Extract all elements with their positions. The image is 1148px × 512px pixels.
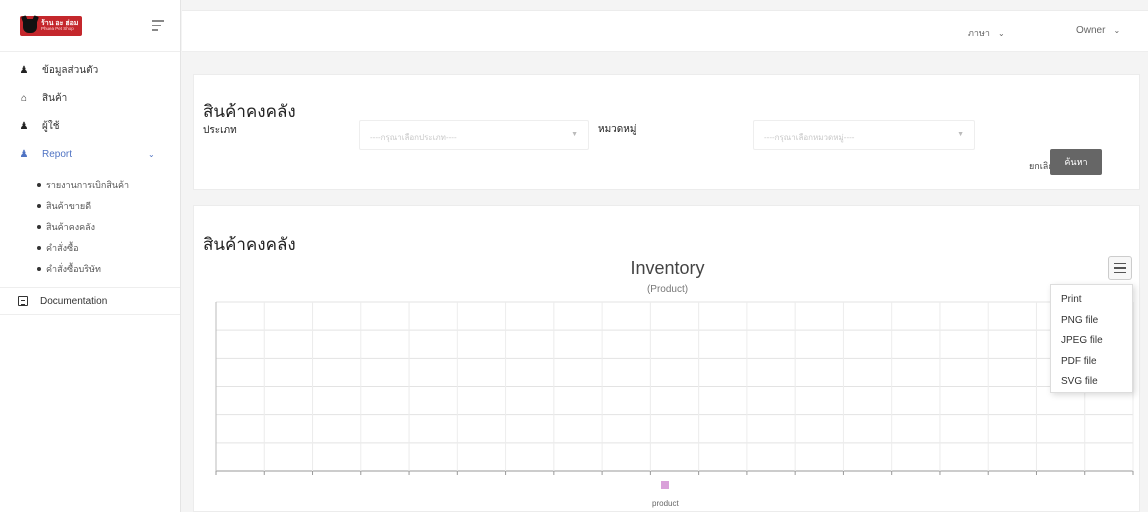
export-menu: Print PNG file JPEG file PDF file SVG fi… [1050, 284, 1133, 393]
report-title: สินค้าคงคลัง [203, 235, 296, 254]
sidebar-subitem-orders[interactable]: คำสั่งซื้อ [0, 237, 180, 258]
language-label: ภาษา [968, 28, 990, 38]
export-png-item[interactable]: PNG file [1051, 311, 1132, 332]
bullet-icon [37, 266, 41, 271]
legend-swatch [661, 481, 670, 489]
sidebar-subitem-label: สินค้าขายดี [46, 200, 92, 211]
home-icon: ⌂ [20, 92, 28, 104]
chart-title: Inventory [630, 258, 705, 278]
user-label: Owner [1076, 25, 1106, 36]
bullet-icon [37, 182, 41, 187]
brand-logo[interactable]: ร้าน อะ ฮ่อม Phuea Pet Shop [20, 15, 82, 36]
export-pdf-item[interactable]: PDF file [1051, 352, 1132, 373]
bullet-icon [37, 203, 41, 208]
legend-label: product [652, 499, 679, 508]
sidebar-item-label: สินค้า [42, 92, 68, 104]
caret-down-icon: ▼ [571, 131, 578, 138]
filter-title: สินค้าคงคลัง [203, 102, 296, 121]
sidebar-subitem-inventory[interactable]: สินค้าคงคลัง [0, 216, 180, 237]
sidebar-item-report[interactable]: ♟ Report ⌄ [0, 140, 180, 168]
type-placeholder: ----กรุณาเลือกประเภท---- [370, 133, 457, 142]
bullet-icon [37, 245, 41, 250]
person-icon: ♟ [19, 120, 29, 132]
sidebar-item-products[interactable]: ⌂ สินค้า [0, 84, 180, 112]
menu-toggle-icon[interactable] [152, 20, 164, 31]
user-icon: ♟ [19, 64, 29, 76]
export-jpeg-item[interactable]: JPEG file [1051, 331, 1132, 352]
brand: ร้าน อะ ฮ่อม Phuea Pet Shop [0, 0, 180, 52]
search-button[interactable]: ค้นหา [1050, 149, 1102, 175]
chart-subtitle: (Product) [646, 284, 689, 295]
report-card: สินค้าคงคลัง Inventory (Product) Print P… [193, 205, 1140, 512]
sidebar-item-label: Report [42, 148, 73, 160]
sidebar-subitem-label: คำสั่งซื้อ [46, 242, 79, 253]
language-dropdown[interactable]: ภาษา ⌄ [968, 26, 1005, 40]
sidebar-item-documentation[interactable]: Documentation [0, 287, 180, 315]
sidebar-item-profile[interactable]: ♟ ข้อมูลส่วนตัว [0, 56, 180, 84]
bullet-icon [37, 224, 41, 229]
caret-down-icon: ▼ [957, 131, 964, 138]
chevron-down-icon: ⌄ [148, 149, 155, 159]
document-icon [18, 296, 28, 306]
category-placeholder: ----กรุณาเลือกหมวดหมู่---- [764, 133, 855, 142]
topbar: ภาษา ⌄ Owner ⌄ [182, 10, 1148, 52]
export-print-item[interactable]: Print [1051, 290, 1132, 311]
type-select[interactable]: ----กรุณาเลือกประเภท---- ▼ [359, 120, 589, 150]
filter-card: สินค้าคงคลัง ประเภท ----กรุณาเลือกประเภท… [193, 74, 1140, 190]
sidebar: ร้าน อะ ฮ่อม Phuea Pet Shop ♟ ข้อมูลส่วน… [0, 0, 181, 512]
chevron-down-icon: ⌄ [1113, 26, 1121, 35]
search-button-label: ค้นหา [1064, 157, 1088, 167]
chart-menu-icon[interactable] [1108, 256, 1132, 280]
type-label: ประเภท [203, 125, 237, 136]
sidebar-subitem-label: รายงานการเบิกสินค้า [46, 179, 130, 190]
person-icon: ♟ [19, 148, 29, 160]
sidebar-subitem-label: คำสั่งซื้อบริษัท [46, 263, 101, 274]
logo-line2: Phuea Pet Shop [41, 25, 74, 31]
chevron-down-icon: ⌄ [997, 29, 1005, 38]
category-label: หมวดหมู่ [598, 124, 637, 135]
sidebar-item-label: ข้อมูลส่วนตัว [42, 64, 99, 76]
sidebar-item-label: ผู้ใช้ [42, 120, 60, 132]
sidebar-subitem-label: สินค้าคงคลัง [46, 221, 96, 232]
sidebar-item-label: Documentation [40, 295, 108, 307]
sidebar-subitem-company-orders[interactable]: คำสั่งซื้อบริษัท [0, 258, 180, 279]
user-dropdown[interactable]: Owner ⌄ [1076, 25, 1120, 36]
sidebar-subitem-withdrawal-report[interactable]: รายงานการเบิกสินค้า [0, 174, 180, 195]
chart-plot [215, 301, 1134, 475]
dog-icon [23, 18, 37, 33]
sidebar-item-users[interactable]: ♟ ผู้ใช้ [0, 112, 180, 140]
chart-legend-item[interactable]: product [652, 481, 679, 511]
sidebar-subitem-best-sellers[interactable]: สินค้าขายดี [0, 195, 180, 216]
export-svg-item[interactable]: SVG file [1051, 372, 1132, 393]
category-select[interactable]: ----กรุณาเลือกหมวดหมู่---- ▼ [753, 120, 975, 150]
